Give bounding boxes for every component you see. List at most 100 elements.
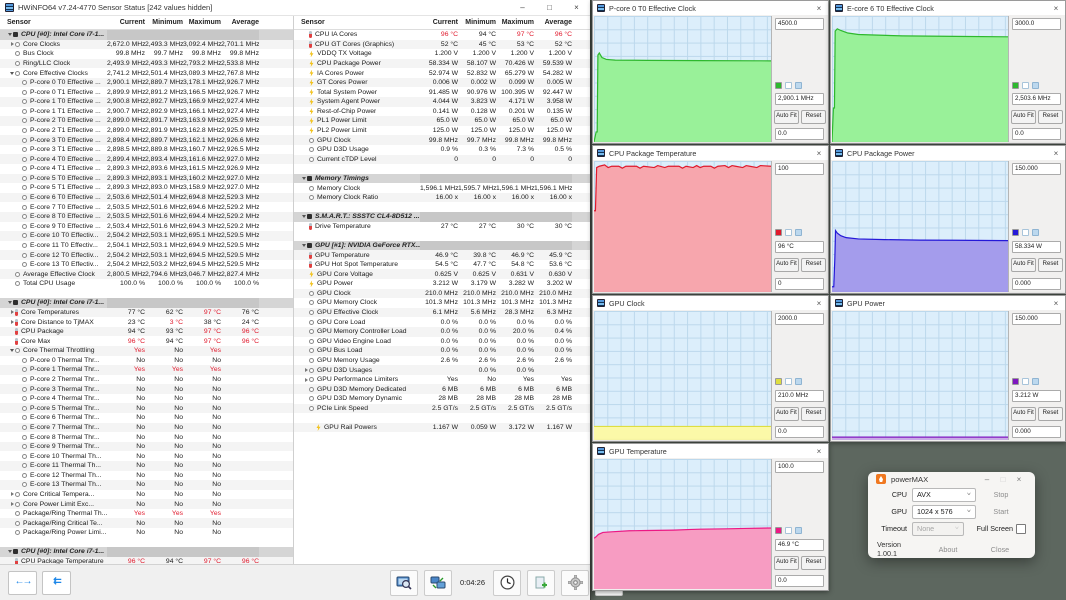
sensor-row[interactable]: E-core 9 T0 Effective ... 2,503.4 MHz 2,… <box>0 222 293 232</box>
sensor-row[interactable]: Total CPU Usage 100.0 % 100.0 % 100.0 % … <box>0 279 293 289</box>
graph-max-scale[interactable]: 150.000 <box>1012 163 1061 175</box>
sensor-row[interactable]: GPU Memory Usage 2.6 % 2.6 % 2.6 % 2.6 % <box>294 356 590 366</box>
sensor-row[interactable]: Total System Power 91.485 W 90.976 W 100… <box>294 87 590 97</box>
sensor-row[interactable]: Average Effective Clock 2,800.5 MHz 2,79… <box>0 269 293 279</box>
sensor-row[interactable]: P-core 2 T0 Effective ... 2,899.0 MHz 2,… <box>0 116 293 126</box>
cpu-test-select[interactable]: AVX ˅ <box>912 488 976 502</box>
sensor-row[interactable]: P-core 1 T0 Effective ... 2,900.8 MHz 2,… <box>0 97 293 107</box>
sensor-row[interactable]: P-core 2 T1 Effective ... 2,899.0 MHz 2,… <box>0 126 293 136</box>
graph-title-bar[interactable]: GPU Temperature × <box>593 444 828 458</box>
sensor-row[interactable]: Core Temperatures 77 °C 62 °C 97 °C 76 °… <box>0 308 293 318</box>
reset-button[interactable]: Reset <box>1038 110 1063 124</box>
sensor-row[interactable]: CPU [#0]: Intel Core i7-1... <box>0 298 293 308</box>
graph-close-button[interactable]: × <box>1047 4 1065 13</box>
background-color-swatch[interactable] <box>785 229 792 236</box>
sensor-row[interactable]: GPU Video Engine Load 0.0 % 0.0 % 0.0 % … <box>294 337 590 347</box>
close-button[interactable]: × <box>563 0 590 15</box>
sensor-row[interactable]: P-core 0 T1 Effective ... 2,899.9 MHz 2,… <box>0 87 293 97</box>
auto-fit-button[interactable]: Auto Fit <box>774 110 799 124</box>
sensor-row[interactable]: P-core 4 Thermal Thr... No No No <box>0 394 293 404</box>
sensor-row[interactable] <box>294 164 590 174</box>
sensor-row[interactable]: Core Distance to TjMAX 23 °C 3 °C 38 °C … <box>0 317 293 327</box>
col-average[interactable]: Average <box>221 19 259 26</box>
sensor-row[interactable]: Bus Clock 99.8 MHz 99.7 MHz 99.8 MHz 99.… <box>0 49 293 59</box>
sensor-row[interactable]: Core Thermal Throttling Yes No Yes <box>0 346 293 356</box>
sensor-row[interactable]: Package/Ring Critical Te... No No No <box>0 518 293 528</box>
grid-color-swatch[interactable] <box>795 229 802 236</box>
sensor-row[interactable]: GPU Clock 210.0 MHz 210.0 MHz 210.0 MHz … <box>294 289 590 299</box>
auto-fit-button[interactable]: Auto Fit <box>1011 110 1036 124</box>
sensor-row[interactable]: CPU GT Cores (Graphics) 52 °C 45 °C 53 °… <box>294 40 590 50</box>
reset-button[interactable]: Reset <box>801 110 826 124</box>
reset-button[interactable]: Reset <box>801 556 826 570</box>
graph-min-scale[interactable]: 0 <box>775 278 824 290</box>
sensor-row[interactable]: GPU Clock 99.8 MHz 99.7 MHz 99.8 MHz 99.… <box>294 135 590 145</box>
sensor-row[interactable] <box>294 231 590 241</box>
graph-max-scale[interactable]: 100.0 <box>775 461 824 473</box>
sensor-row[interactable]: Package/Ring Thermal Th... Yes Yes Yes <box>0 509 293 519</box>
sensor-row[interactable] <box>0 289 293 299</box>
sensor-row[interactable]: GPU Bus Load 0.0 % 0.0 % 0.0 % 0.0 % <box>294 346 590 356</box>
sensor-row[interactable]: Drive Temperature 27 °C 27 °C 30 °C 30 °… <box>294 222 590 232</box>
sensor-row[interactable]: GPU D3D Usages 0.0 % 0.0 % <box>294 365 590 375</box>
remote-monitoring-button[interactable] <box>424 570 452 596</box>
col-sensor[interactable]: Sensor <box>0 19 107 26</box>
graph-title-bar[interactable]: CPU Package Power × <box>831 146 1065 160</box>
series-color-swatch[interactable] <box>775 229 782 236</box>
background-color-swatch[interactable] <box>785 378 792 385</box>
graph-max-scale[interactable]: 4500.0 <box>775 18 824 30</box>
sensor-row[interactable]: P-core 3 T1 Effective ... 2,898.5 MHz 2,… <box>0 145 293 155</box>
auto-fit-button[interactable]: Auto Fit <box>1011 407 1036 421</box>
sensor-row[interactable]: GPU Memory Controller Load 0.0 % 0.0 % 2… <box>294 327 590 337</box>
sensor-row[interactable] <box>0 538 293 548</box>
graph-title-bar[interactable]: P-core 0 T0 Effective Clock × <box>593 1 828 15</box>
nav-double-arrow-button[interactable]: ⇇ <box>42 571 71 595</box>
sensor-row[interactable] <box>294 202 590 212</box>
sensor-row[interactable]: Core Critical Tempera... No No No <box>0 490 293 500</box>
sensor-row[interactable]: E-core 9 Thermal Thr... No No No <box>0 442 293 452</box>
sensor-row[interactable]: System Agent Power 4.044 W 3.823 W 4.171… <box>294 97 590 107</box>
sensor-row[interactable]: P-core 1 Thermal Thr... Yes Yes Yes <box>0 365 293 375</box>
sensor-row[interactable]: P-core 3 T0 Effective ... 2,898.4 MHz 2,… <box>0 135 293 145</box>
powermax-close-button[interactable]: × <box>1011 475 1027 484</box>
graph-close-button[interactable]: × <box>810 299 828 308</box>
reset-button[interactable]: Reset <box>801 258 826 272</box>
minimize-button[interactable]: – <box>509 0 536 15</box>
graph-max-scale[interactable]: 100 <box>775 163 824 175</box>
sensor-row[interactable]: E-core 11 Thermal Th... No No No <box>0 461 293 471</box>
sensor-row[interactable]: E-core 6 T0 Effective ... 2,503.6 MHz 2,… <box>0 193 293 203</box>
fullscreen-checkbox[interactable] <box>1016 524 1026 534</box>
powermax-title-bar[interactable]: powerMAX – □ × <box>868 472 1035 486</box>
series-color-swatch[interactable] <box>775 378 782 385</box>
sensor-row[interactable]: GPU Performance Limiters Yes No Yes Yes <box>294 375 590 385</box>
settings-button[interactable] <box>561 570 589 596</box>
sensor-row[interactable]: P-core 4 T0 Effective ... 2,899.4 MHz 2,… <box>0 154 293 164</box>
sensor-row[interactable]: E-core 7 T0 Effective ... 2,503.5 MHz 2,… <box>0 202 293 212</box>
series-color-swatch[interactable] <box>775 527 782 534</box>
grid-color-swatch[interactable] <box>1032 82 1039 89</box>
sensor-row[interactable]: GPU Effective Clock 6.1 MHz 5.6 MHz 28.3… <box>294 308 590 318</box>
sensor-row[interactable]: IA Cores Power 52.974 W 52.832 W 65.279 … <box>294 68 590 78</box>
sensor-row[interactable]: Ring/LLC Clock 2,493.9 MHz 2,493.3 MHz 2… <box>0 59 293 69</box>
graph-title-bar[interactable]: GPU Power × <box>831 296 1065 310</box>
sensor-row[interactable]: Current cTDP Level 0 0 0 0 <box>294 155 590 165</box>
reset-button[interactable]: Reset <box>801 407 826 421</box>
series-color-swatch[interactable] <box>775 82 782 89</box>
graph-close-button[interactable]: × <box>810 447 828 456</box>
sensor-row[interactable]: P-core 0 T0 Effective ... 2,900.1 MHz 2,… <box>0 78 293 88</box>
sensor-row[interactable]: PL1 Power Limit 65.0 W 65.0 W 65.0 W 65.… <box>294 116 590 126</box>
sensor-scan-button[interactable] <box>390 570 418 596</box>
graph-title-bar[interactable]: GPU Clock × <box>593 296 828 310</box>
sensor-row[interactable]: P-core 0 Thermal Thr... No No No <box>0 356 293 366</box>
column-header-row[interactable]: Sensor Current Minimum Maximum Average <box>0 16 293 30</box>
sensor-row[interactable]: GPU Power 3.212 W 3.179 W 3.282 W 3.202 … <box>294 279 590 289</box>
series-color-swatch[interactable] <box>1012 82 1019 89</box>
graph-min-scale[interactable]: 0.0 <box>775 575 824 587</box>
sensor-row[interactable]: GPU Core Load 0.0 % 0.0 % 0.0 % 0.0 % <box>294 317 590 327</box>
graph-close-button[interactable]: × <box>810 4 828 13</box>
sensor-row[interactable]: GPU Temperature 46.9 °C 39.8 °C 46.9 °C … <box>294 250 590 260</box>
sensor-row[interactable]: GPU Memory Clock 101.3 MHz 101.3 MHz 101… <box>294 298 590 308</box>
col-current[interactable]: Current <box>107 19 145 26</box>
sensor-row[interactable]: P-core 2 Thermal Thr... No No No <box>0 375 293 385</box>
sensor-row[interactable]: Memory Timings <box>294 174 590 184</box>
